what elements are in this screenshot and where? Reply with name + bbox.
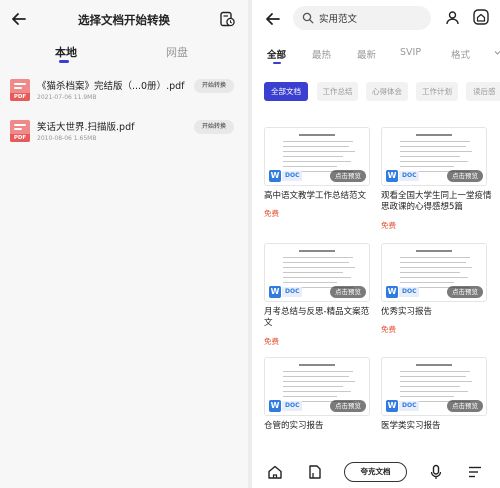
price-label: 免费 <box>264 209 279 218</box>
doc-format-badge: DOC <box>399 401 420 411</box>
document-nav-icon[interactable] <box>307 464 323 480</box>
chevron-down-icon <box>494 51 500 55</box>
document-thumbnail[interactable]: W DOC 点击预览 <box>381 357 487 416</box>
chip-all-documents[interactable]: 全部文档 <box>264 82 308 101</box>
active-tab-indicator <box>59 60 69 63</box>
word-icon: W <box>269 170 281 182</box>
template-search-panel: 实用范文 全部 最热 最新 SVIP 格式 全部文档 工作总结 心得体会 工作计… <box>252 0 500 488</box>
preview-button[interactable]: 点击预览 <box>447 286 483 298</box>
page-title: 选择文档开始转换 <box>78 13 170 27</box>
home-nav-icon[interactable] <box>267 464 283 480</box>
tab-svip[interactable]: SVIP <box>400 47 421 58</box>
word-icon: W <box>269 400 281 412</box>
file-name: 笑话大世界.扫描版.pdf <box>37 122 135 133</box>
history-document-icon[interactable] <box>219 11 235 27</box>
chip-book-review[interactable]: 读后感 <box>466 82 500 101</box>
word-icon: W <box>386 170 398 182</box>
pdf-file-icon: PDF <box>10 79 30 101</box>
word-icon: W <box>386 286 398 298</box>
document-thumbnail[interactable]: W DOC 点击预览 <box>264 127 370 186</box>
doc-format-badge: DOC <box>282 171 303 181</box>
active-tab-indicator <box>273 62 281 64</box>
file-meta: 2021-07-06 11.9MB <box>37 94 97 101</box>
user-icon[interactable] <box>445 10 460 25</box>
doc-format-badge: DOC <box>282 287 303 297</box>
bottom-toolbar: 夸克文档 <box>252 458 500 488</box>
search-input[interactable]: 实用范文 <box>293 6 431 30</box>
doc-format-badge: DOC <box>399 171 420 181</box>
menu-icon[interactable] <box>467 464 483 480</box>
preview-button[interactable]: 点击预览 <box>330 286 366 298</box>
search-query: 实用范文 <box>319 14 358 25</box>
preview-button[interactable]: 点击预览 <box>447 170 483 182</box>
tab-cloud-drive[interactable]: 网盘 <box>166 44 188 60</box>
document-title[interactable]: 观看全国大学生同上一堂疫情思政课的心得感想5篇 <box>381 191 493 213</box>
tab-hottest[interactable]: 最热 <box>312 47 331 61</box>
microphone-icon[interactable] <box>428 464 444 480</box>
doc-format-badge: DOC <box>282 401 303 411</box>
quark-docs-button[interactable]: 夸克文档 <box>344 462 407 482</box>
document-thumbnail[interactable]: W DOC 点击预览 <box>381 243 487 302</box>
preview-button[interactable]: 点击预览 <box>330 400 366 412</box>
document-thumbnail[interactable]: W DOC 点击预览 <box>264 357 370 416</box>
preview-button[interactable]: 点击预览 <box>447 400 483 412</box>
document-title[interactable]: 高中语文教学工作总结范文 <box>264 191 376 202</box>
document-title[interactable]: 优秀实习报告 <box>381 307 493 318</box>
chip-reflections[interactable]: 心得体会 <box>366 82 408 101</box>
chip-work-summary[interactable]: 工作总结 <box>317 82 358 101</box>
tab-local[interactable]: 本地 <box>55 44 77 60</box>
word-icon: W <box>386 400 398 412</box>
start-convert-button[interactable]: 开始转换 <box>194 79 234 93</box>
file-item[interactable]: PDF 笑话大世界.扫描版.pdf 2010-08-06 1.65MB 开始转换 <box>0 117 248 157</box>
document-title[interactable]: 医学类实习报告 <box>381 421 493 432</box>
file-picker-panel: 选择文档开始转换 本地 网盘 PDF 《猫杀档案》完结版（...0册）.pdf … <box>0 0 248 488</box>
document-thumbnail[interactable]: W DOC 点击预览 <box>264 243 370 302</box>
file-name: 《猫杀档案》完结版（...0册）.pdf <box>37 81 185 92</box>
search-icon <box>302 12 314 24</box>
doc-format-badge: DOC <box>399 287 420 297</box>
home-icon[interactable] <box>473 9 489 25</box>
back-arrow-icon[interactable] <box>264 10 282 28</box>
word-icon: W <box>269 286 281 298</box>
document-title[interactable]: 月考总结与反思-精品文案范文 <box>264 307 376 329</box>
price-label: 免费 <box>381 325 396 334</box>
document-thumbnail[interactable]: W DOC 点击预览 <box>381 127 487 186</box>
chip-work-plan[interactable]: 工作计划 <box>416 82 458 101</box>
pdf-file-icon: PDF <box>10 120 30 142</box>
price-label: 免费 <box>264 337 279 346</box>
picker-header: 选择文档开始转换 <box>0 0 248 38</box>
tab-format[interactable]: 格式 <box>451 47 470 61</box>
tab-all[interactable]: 全部 <box>267 47 286 61</box>
file-meta: 2010-08-06 1.65MB <box>37 135 97 142</box>
file-item[interactable]: PDF 《猫杀档案》完结版（...0册）.pdf 2021-07-06 11.9… <box>0 76 248 116</box>
document-title[interactable]: 仓管的实习报告 <box>264 421 376 432</box>
start-convert-button[interactable]: 开始转换 <box>194 120 234 134</box>
tab-newest[interactable]: 最新 <box>357 47 376 61</box>
price-label: 免费 <box>381 221 396 230</box>
preview-button[interactable]: 点击预览 <box>330 170 366 182</box>
